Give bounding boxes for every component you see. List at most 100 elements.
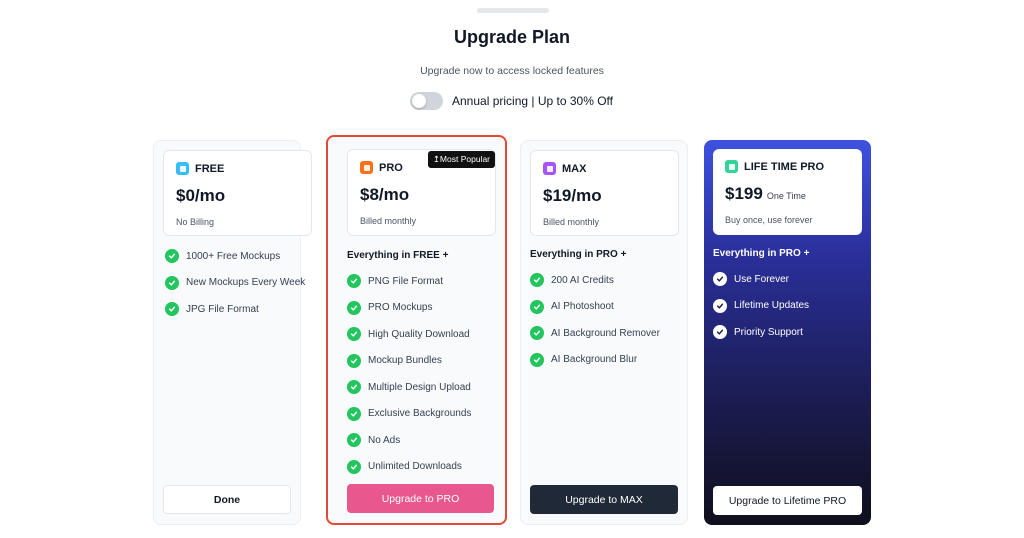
feature-list: Use Forever Lifetime Updates Priority Su… bbox=[713, 266, 809, 346]
check-icon bbox=[165, 249, 179, 264]
list-item: High Quality Download bbox=[347, 321, 471, 348]
annual-pricing-label: Annual pricing | Up to 30% Off bbox=[452, 94, 613, 108]
feature-label: PRO Mockups bbox=[368, 302, 433, 314]
page-title: Upgrade Plan bbox=[453, 27, 571, 47]
plan-name: FREE bbox=[176, 162, 224, 175]
plan-price: $8/mo bbox=[360, 185, 410, 204]
list-item: New Mockups Every Week bbox=[165, 270, 305, 297]
star-icon bbox=[360, 161, 373, 174]
check-icon bbox=[347, 380, 361, 395]
plan-name-label: PRO bbox=[379, 161, 403, 174]
plan-card-pro: PRO $8/mo Billed monthly ↥Most Popular E… bbox=[326, 135, 507, 525]
list-item: AI Photoshoot bbox=[530, 294, 660, 321]
list-item: 200 AI Credits bbox=[530, 267, 660, 294]
feature-list: PNG File Format PRO Mockups High Quality… bbox=[347, 268, 471, 480]
check-icon bbox=[713, 325, 727, 340]
plan-name: PRO bbox=[360, 161, 403, 174]
check-icon bbox=[530, 299, 544, 314]
everything-in-label: Everything in PRO + bbox=[713, 248, 810, 259]
list-item: Lifetime Updates bbox=[713, 293, 809, 320]
toggle-knob bbox=[412, 94, 426, 108]
annual-pricing-row: Annual pricing | Up to 30% Off bbox=[410, 92, 613, 110]
feature-label: Lifetime Updates bbox=[734, 300, 810, 312]
feature-label: PNG File Format bbox=[368, 275, 444, 287]
feature-label: Use Forever bbox=[734, 273, 790, 285]
plan-name: MAX bbox=[543, 162, 586, 175]
plan-billing: Billed monthly bbox=[360, 216, 417, 226]
feature-label: Exclusive Backgrounds bbox=[368, 408, 472, 420]
check-icon bbox=[347, 353, 361, 368]
diamond-icon bbox=[543, 162, 556, 175]
check-icon bbox=[713, 298, 727, 313]
list-item: PNG File Format bbox=[347, 268, 471, 295]
feature-label: AI Photoshoot bbox=[551, 301, 614, 313]
plan-price: $19/mo bbox=[543, 186, 602, 205]
feature-label: New Mockups Every Week bbox=[186, 277, 306, 289]
check-icon bbox=[165, 275, 179, 290]
list-item: Mockup Bundles bbox=[347, 348, 471, 375]
plan-card-free: FREE $0/mo No Billing 1000+ Free Mockups… bbox=[153, 140, 312, 525]
feature-label: Multiple Design Upload bbox=[368, 381, 471, 393]
feature-label: 1000+ Free Mockups bbox=[186, 250, 281, 262]
list-item: No Ads bbox=[347, 427, 471, 454]
everything-in-label: Everything in FREE + bbox=[347, 250, 449, 261]
sparkle-icon bbox=[176, 162, 189, 175]
plan-name-label: MAX bbox=[562, 162, 587, 175]
check-icon bbox=[347, 459, 361, 474]
plan-header-box: LIFE TIME PRO $199 One Time Buy once, use… bbox=[713, 149, 862, 235]
plan-name-label: FREE bbox=[195, 162, 225, 175]
check-icon bbox=[347, 433, 361, 448]
upgrade-to-max-button[interactable]: Upgrade to MAX bbox=[530, 485, 678, 514]
annual-pricing-toggle[interactable] bbox=[410, 92, 443, 110]
plan-price: $0/mo bbox=[176, 186, 226, 205]
plan-card-lifetime-pro: LIFE TIME PRO $199 One Time Buy once, use… bbox=[704, 140, 871, 525]
plan-name: LIFE TIME PRO bbox=[725, 160, 824, 173]
plan-header-box: FREE $0/mo No Billing bbox=[163, 150, 312, 236]
plan-price: $199 One Time bbox=[725, 184, 806, 204]
list-item: JPG File Format bbox=[165, 296, 305, 323]
feature-label: High Quality Download bbox=[368, 328, 470, 340]
check-icon bbox=[347, 406, 361, 421]
feature-label: 200 AI Credits bbox=[551, 274, 614, 286]
plan-name-label: LIFE TIME PRO bbox=[744, 160, 825, 173]
check-icon bbox=[165, 302, 179, 317]
plan-header-box: MAX $19/mo Billed monthly bbox=[530, 150, 679, 236]
list-item: AI Background Remover bbox=[530, 320, 660, 347]
list-item: Multiple Design Upload bbox=[347, 374, 471, 401]
list-item: Priority Support bbox=[713, 319, 809, 346]
done-button[interactable]: Done bbox=[163, 485, 291, 514]
upgrade-plan-modal: Upgrade Plan Upgrade now to access locke… bbox=[0, 0, 1024, 538]
check-icon bbox=[530, 352, 544, 367]
page-subtitle: Upgrade now to access locked features bbox=[420, 65, 604, 77]
list-item: AI Background Blur bbox=[530, 347, 660, 374]
check-icon bbox=[713, 272, 727, 287]
everything-in-label: Everything in PRO + bbox=[530, 249, 627, 260]
plan-billing: Buy once, use forever bbox=[725, 215, 813, 225]
infinity-icon bbox=[725, 160, 738, 173]
upgrade-to-pro-button[interactable]: Upgrade to PRO bbox=[347, 484, 494, 513]
feature-label: Unlimited Downloads bbox=[368, 461, 462, 473]
plan-price-amount: $199 bbox=[725, 184, 763, 203]
check-icon bbox=[530, 273, 544, 288]
plan-price-note: One Time bbox=[766, 191, 806, 201]
feature-list: 200 AI Credits AI Photoshoot AI Backgrou… bbox=[530, 267, 660, 373]
drag-handle[interactable] bbox=[477, 8, 549, 13]
list-item: 1000+ Free Mockups bbox=[165, 243, 305, 270]
most-popular-badge: ↥Most Popular bbox=[427, 151, 495, 168]
list-item: Unlimited Downloads bbox=[347, 454, 471, 481]
list-item: Exclusive Backgrounds bbox=[347, 401, 471, 428]
plan-card-max: MAX $19/mo Billed monthly Everything in … bbox=[520, 140, 688, 525]
plan-billing: No Billing bbox=[176, 217, 215, 227]
check-icon bbox=[347, 300, 361, 315]
upgrade-to-lifetime-pro-button[interactable]: Upgrade to Lifetime PRO bbox=[713, 486, 862, 515]
list-item: PRO Mockups bbox=[347, 295, 471, 322]
feature-label: No Ads bbox=[368, 434, 401, 446]
feature-label: AI Background Remover bbox=[551, 327, 660, 339]
feature-label: Mockup Bundles bbox=[368, 355, 442, 367]
feature-label: AI Background Blur bbox=[551, 354, 638, 366]
check-icon bbox=[530, 326, 544, 341]
check-icon bbox=[347, 274, 361, 289]
feature-list: 1000+ Free Mockups New Mockups Every Wee… bbox=[165, 243, 305, 323]
plan-billing: Billed monthly bbox=[543, 217, 600, 227]
feature-label: JPG File Format bbox=[186, 303, 259, 315]
